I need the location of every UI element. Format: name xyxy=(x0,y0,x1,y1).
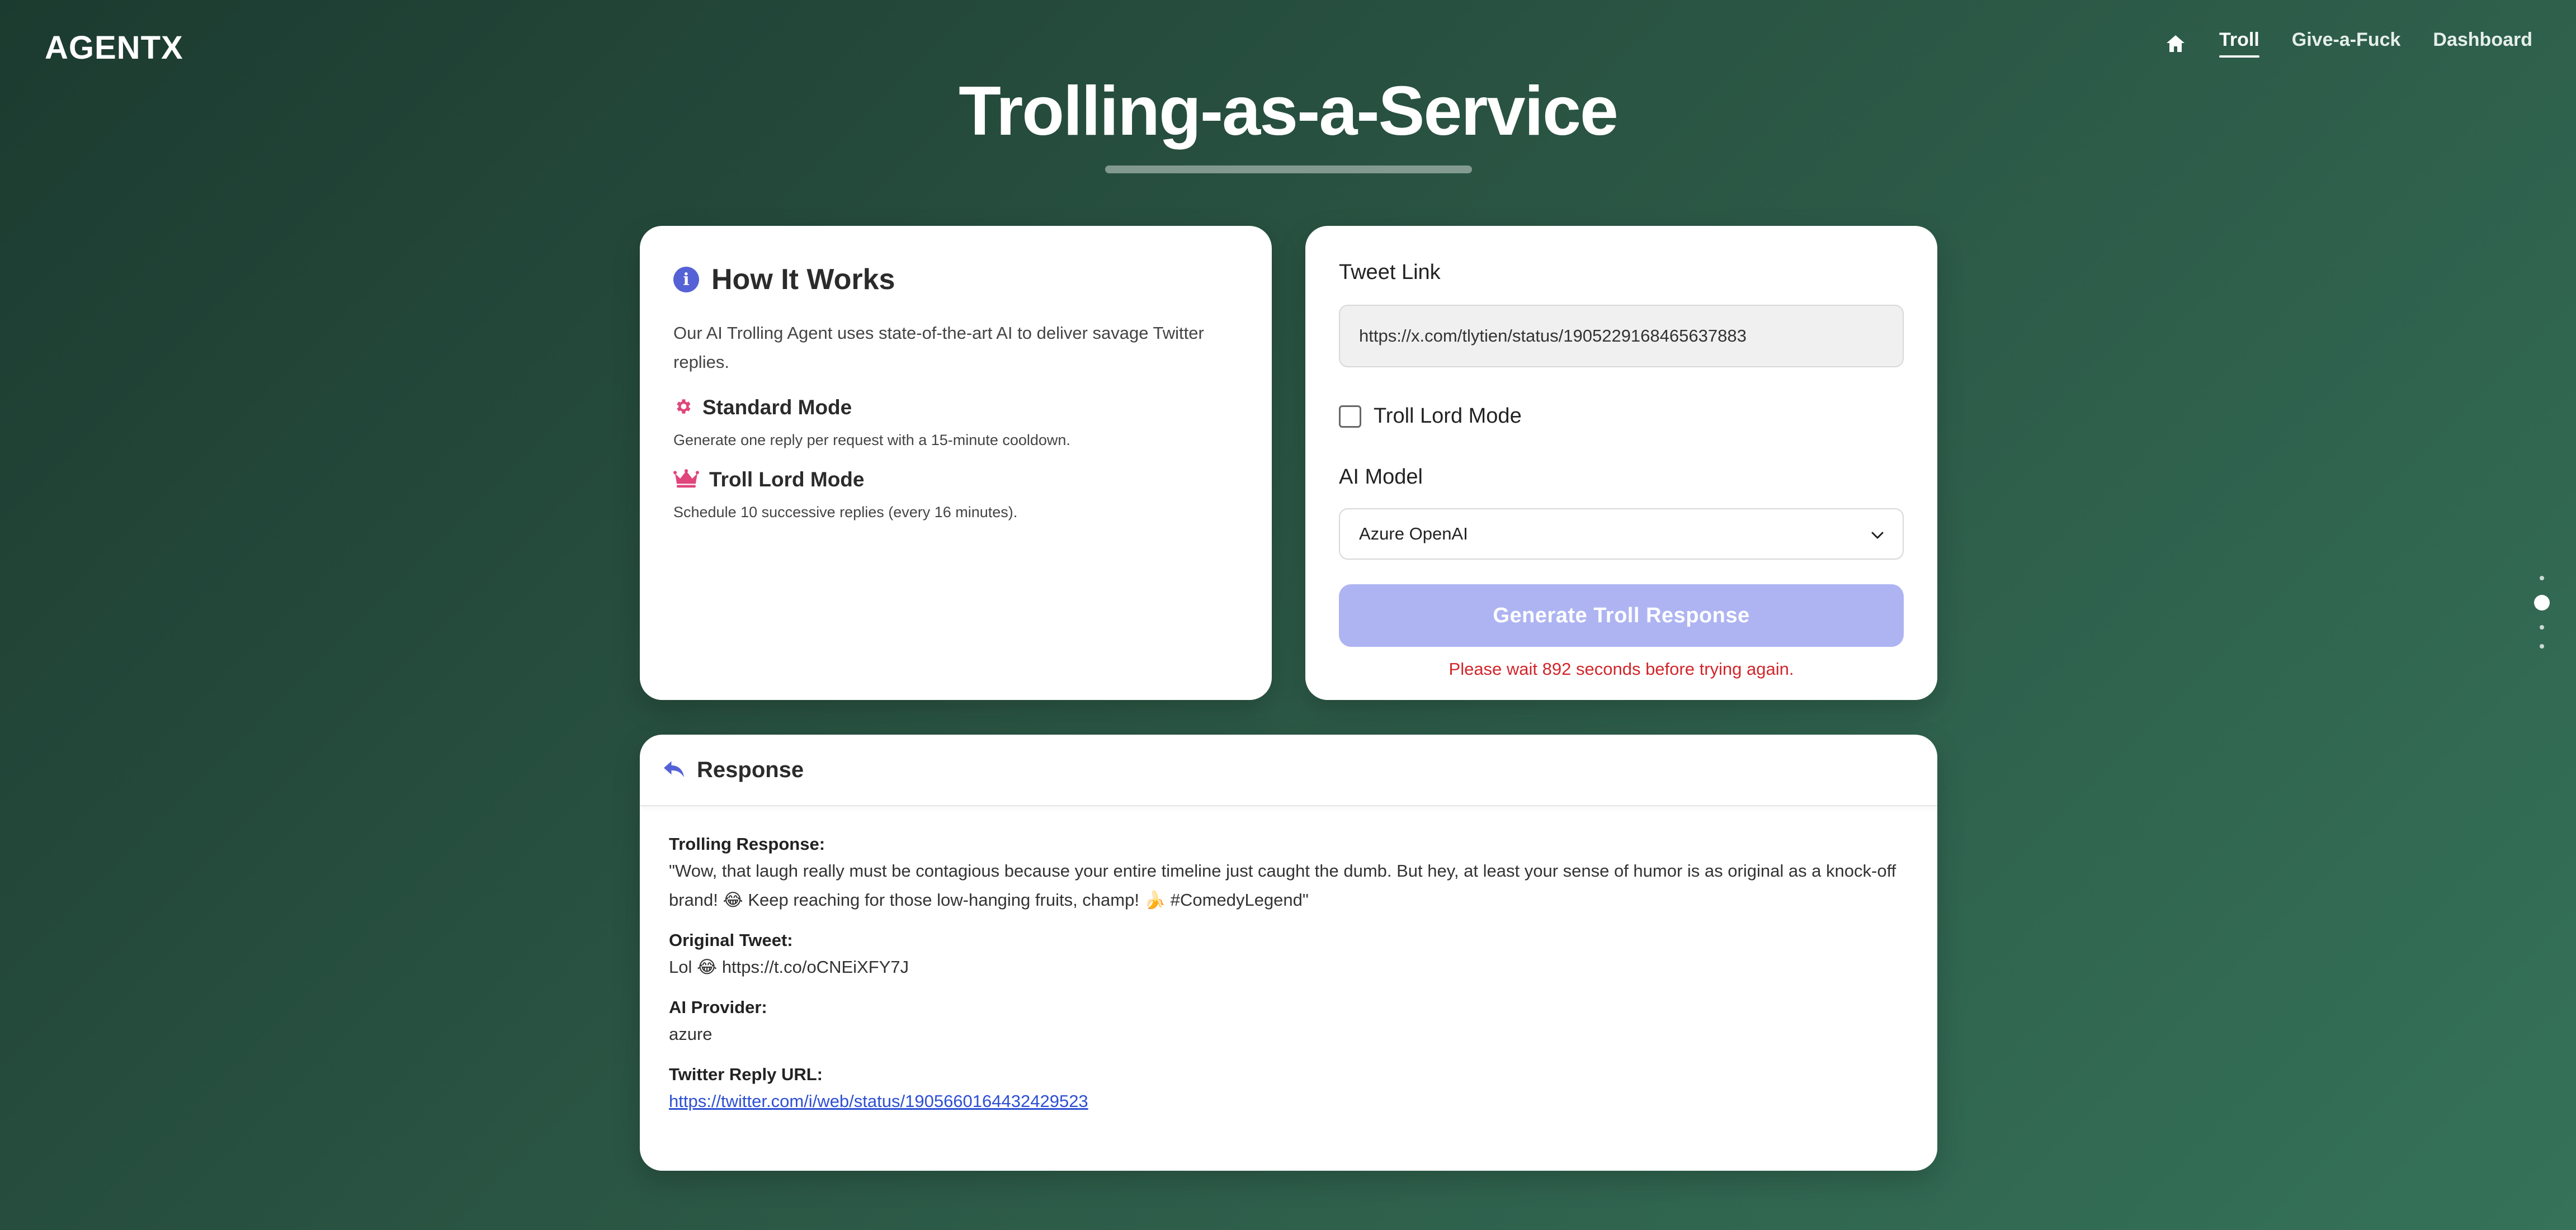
top-nav: Troll Give-a-Fuck Dashboard xyxy=(2164,29,2532,58)
field-label: Trolling Response: xyxy=(669,834,825,854)
how-it-works-card: i How It Works Our AI Trolling Agent use… xyxy=(640,226,1272,700)
nav-link-dashboard[interactable]: Dashboard xyxy=(2433,29,2532,58)
gear-icon xyxy=(673,397,692,419)
cooldown-error-message: Please wait 892 seconds before trying ag… xyxy=(1449,659,1794,679)
app-root: AGENTX Troll Give-a-Fuck Dashboard Troll… xyxy=(0,0,2576,1230)
troll-lord-checkbox[interactable] xyxy=(1339,405,1361,428)
title-underline xyxy=(1105,165,1472,173)
info-icon: i xyxy=(673,267,699,292)
brand-logo[interactable]: AGENTX xyxy=(45,29,183,67)
section-dot-active[interactable] xyxy=(2534,595,2550,611)
crown-icon xyxy=(673,469,699,491)
ai-model-select[interactable]: Azure OpenAI xyxy=(1339,508,1904,560)
tweet-link-label: Tweet Link xyxy=(1339,261,1441,284)
ai-provider-text: azure xyxy=(669,1024,713,1044)
field-label: Twitter Reply URL: xyxy=(669,1065,823,1084)
section-dots-nav xyxy=(2534,576,2550,649)
section-dot[interactable] xyxy=(2540,625,2544,630)
page-title: Trolling-as-a-Service xyxy=(959,73,1619,150)
response-title: Response xyxy=(697,757,804,782)
reply-icon xyxy=(662,759,686,782)
section-dot[interactable] xyxy=(2540,576,2544,580)
response-header: Response xyxy=(640,735,1937,806)
trolling-response-field: Trolling Response: "Wow, that laugh real… xyxy=(669,834,1908,915)
standard-mode-header: Standard Mode xyxy=(673,396,1238,419)
response-body: Trolling Response: "Wow, that laugh real… xyxy=(640,806,1937,1144)
standard-mode-title: Standard Mode xyxy=(702,396,852,419)
twitter-reply-url-field: Twitter Reply URL: https://twitter.com/i… xyxy=(669,1065,1908,1116)
response-card: Response Trolling Response: "Wow, that l… xyxy=(640,735,1937,1171)
ai-model-label: AI Model xyxy=(1339,465,1423,489)
home-icon[interactable] xyxy=(2164,32,2187,55)
standard-mode-description: Generate one reply per request with a 15… xyxy=(673,432,1070,448)
twitter-reply-url-link[interactable]: https://twitter.com/i/web/status/1905660… xyxy=(669,1091,1088,1111)
section-dot[interactable] xyxy=(2540,644,2544,649)
nav-link-give-a-fuck[interactable]: Give-a-Fuck xyxy=(2292,29,2401,58)
original-tweet-field: Original Tweet: Lol 😂 https://t.co/oCNEi… xyxy=(669,930,1908,982)
original-tweet-text: Lol 😂 https://t.co/oCNEiXFY7J xyxy=(669,957,909,977)
troll-lord-mode-title: Troll Lord Mode xyxy=(709,468,865,491)
how-it-works-description: Our AI Trolling Agent uses state-of-the-… xyxy=(673,323,1204,372)
field-label: AI Provider: xyxy=(669,997,767,1017)
troll-lord-checkbox-label: Troll Lord Mode xyxy=(1374,404,1522,428)
chevron-down-icon xyxy=(1871,524,1884,544)
troll-lord-mode-header: Troll Lord Mode xyxy=(673,468,1238,491)
how-it-works-header: i How It Works xyxy=(673,263,1238,296)
trolling-response-text: "Wow, that laugh really must be contagio… xyxy=(669,861,1896,910)
troll-lord-toggle[interactable]: Troll Lord Mode xyxy=(1339,404,1904,428)
troll-form-card: Tweet Link https://x.com/tlytien/status/… xyxy=(1305,226,1937,700)
how-it-works-title: How It Works xyxy=(711,263,895,296)
troll-lord-mode-description: Schedule 10 successive replies (every 16… xyxy=(673,504,1018,521)
ai-provider-field: AI Provider: azure xyxy=(669,997,1908,1049)
generate-troll-response-button[interactable]: Generate Troll Response xyxy=(1339,584,1904,647)
tweet-link-input[interactable]: https://x.com/tlytien/status/19052291684… xyxy=(1339,305,1904,367)
tweet-link-value: https://x.com/tlytien/status/19052291684… xyxy=(1359,326,1747,346)
nav-link-troll[interactable]: Troll xyxy=(2219,29,2259,58)
field-label: Original Tweet: xyxy=(669,930,793,950)
ai-model-selected: Azure OpenAI xyxy=(1359,524,1468,543)
